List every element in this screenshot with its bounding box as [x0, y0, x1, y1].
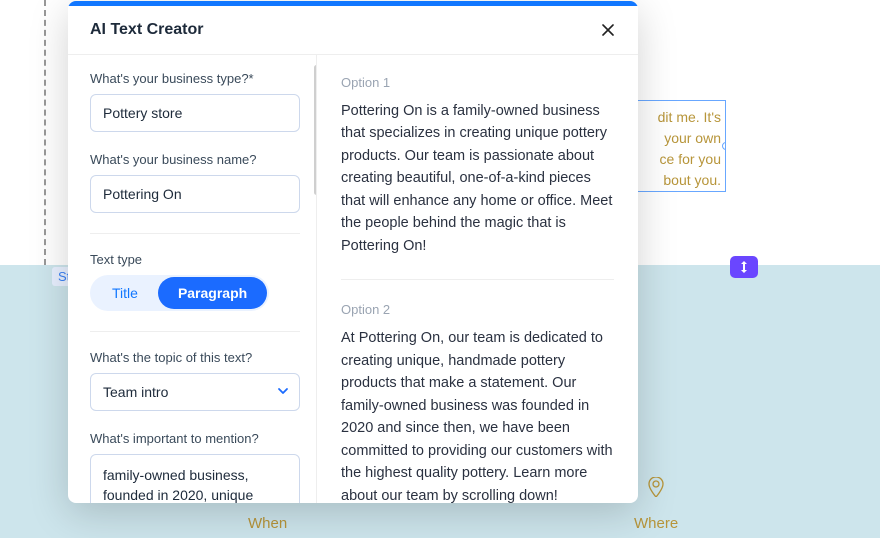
- topic-select-value: Team intro: [103, 384, 168, 400]
- close-icon: [602, 24, 614, 36]
- label-mention: What's important to mention?: [90, 431, 300, 446]
- stretch-vertical-icon: [738, 260, 750, 274]
- modal-title: AI Text Creator: [90, 21, 204, 39]
- field-mention: What's important to mention?: [90, 431, 300, 503]
- field-text-type: Text type Title Paragraph: [90, 252, 300, 311]
- chevron-down-icon: [277, 384, 289, 400]
- segment-paragraph[interactable]: Paragraph: [158, 277, 267, 309]
- map-pin-icon: [648, 477, 664, 502]
- modal-header: AI Text Creator: [68, 6, 638, 55]
- option-separator: [341, 279, 614, 280]
- field-business-name: What's your business name?: [90, 152, 300, 213]
- scrollbar-thumb[interactable]: [314, 65, 316, 195]
- textbox-line: ce for you: [635, 149, 721, 170]
- label-business-type: What's your business type?*: [90, 71, 300, 86]
- option-label: Option 1: [341, 75, 614, 90]
- section-resize-handle[interactable]: [730, 256, 758, 278]
- business-type-input[interactable]: [90, 94, 300, 132]
- ai-text-creator-modal: AI Text Creator What's your business typ…: [68, 1, 638, 503]
- textbox-line: bout you.: [635, 170, 721, 191]
- option-text: At Pottering On, our team is dedicated t…: [341, 327, 614, 503]
- mention-textarea[interactable]: [90, 454, 300, 503]
- result-option[interactable]: Option 2 At Pottering On, our team is de…: [341, 302, 614, 503]
- segment-title[interactable]: Title: [92, 277, 158, 309]
- divider: [90, 331, 300, 332]
- form-panel: What's your business type?* What's your …: [68, 55, 316, 503]
- close-button[interactable]: [598, 20, 618, 40]
- text-type-segmented: Title Paragraph: [90, 275, 269, 311]
- textbox-line: your own: [635, 128, 721, 149]
- resize-handle[interactable]: [722, 142, 726, 150]
- divider: [90, 233, 300, 234]
- results-panel: Option 1 Pottering On is a family-owned …: [317, 55, 638, 503]
- editor-stage: St dit me. It's your own ce for you bout…: [0, 0, 880, 538]
- business-name-input[interactable]: [90, 175, 300, 213]
- modal-body: What's your business type?* What's your …: [68, 55, 638, 503]
- label-topic: What's the topic of this text?: [90, 350, 300, 365]
- label-text-type: Text type: [90, 252, 300, 267]
- section-heading-where: Where: [634, 515, 678, 532]
- result-option[interactable]: Option 1 Pottering On is a family-owned …: [341, 75, 614, 257]
- selected-text-element[interactable]: dit me. It's your own ce for you bout yo…: [632, 100, 726, 192]
- section-guide-line: [44, 0, 46, 265]
- section-heading-when: When: [248, 515, 287, 532]
- option-label: Option 2: [341, 302, 614, 317]
- option-text: Pottering On is a family-owned business …: [341, 100, 614, 257]
- label-business-name: What's your business name?: [90, 152, 300, 167]
- field-topic: What's the topic of this text? Team intr…: [90, 350, 300, 411]
- textbox-line: dit me. It's: [635, 107, 721, 128]
- field-business-type: What's your business type?*: [90, 71, 300, 132]
- topic-select[interactable]: Team intro: [90, 373, 300, 411]
